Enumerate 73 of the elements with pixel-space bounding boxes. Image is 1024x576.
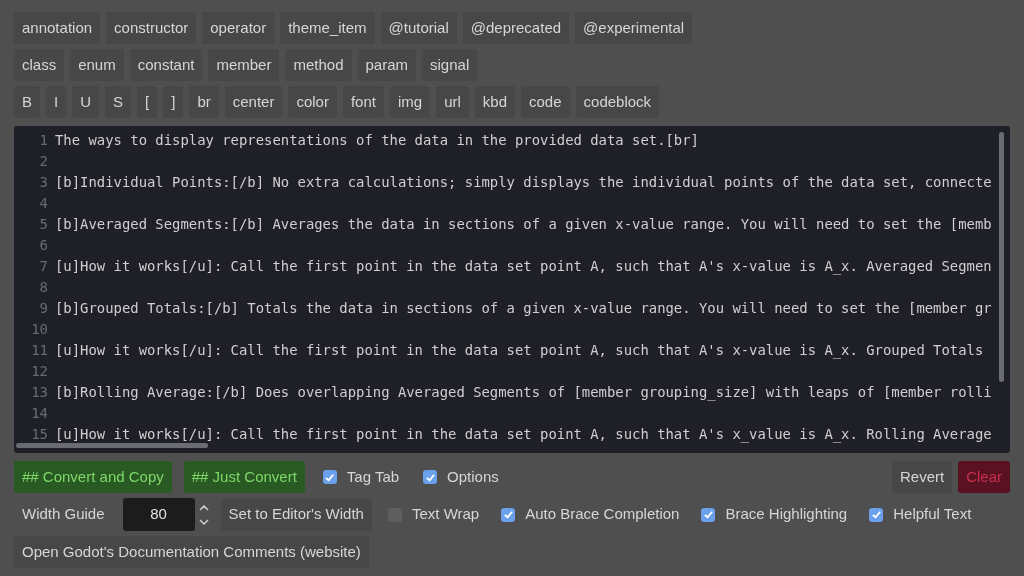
line-number: 12 (30, 362, 49, 381)
tag-button[interactable]: method (285, 49, 352, 81)
line-number: 8 (38, 278, 49, 297)
checkbox[interactable] (501, 507, 516, 522)
tag-button[interactable]: B (14, 86, 40, 118)
code-line: [b]Rolling Average:[/b] Does overlapping Averaged Segments of [member grouping_size] with leaps of [member rolli (55, 383, 992, 403)
tag-button[interactable]: signal (422, 49, 478, 81)
text-button[interactable]: Open Godot's Documentation Comments (website) (14, 536, 369, 568)
checkbox-option[interactable]: Text Wrap (381, 498, 486, 531)
checkbox[interactable] (322, 470, 337, 484)
horizontal-scrollbar[interactable] (16, 443, 208, 448)
tag-button[interactable]: S (105, 86, 132, 118)
tag-button[interactable]: img (390, 86, 431, 118)
line-number: 2 (38, 152, 49, 171)
tag-button[interactable]: class (14, 49, 65, 81)
convert-button[interactable]: ## Just Convert (183, 461, 305, 493)
tag-button[interactable]: constant (129, 49, 203, 81)
tag-button[interactable]: color (288, 86, 337, 118)
tag-button[interactable]: code (521, 86, 570, 118)
code-line: [b]Grouped Totals:[/b] Totals the data in sections of a given x-value range. You will need to set the [member gr (55, 299, 992, 319)
checkbox[interactable] (423, 470, 438, 484)
line-number: 15 (30, 425, 49, 444)
code-line: The ways to display representations of the data in the provided data set.[br] (55, 131, 699, 151)
text-button[interactable]: Set to Editor's Width (220, 498, 372, 531)
checkbox-option[interactable]: Brace Highlighting (695, 498, 854, 531)
line-number: 4 (38, 194, 49, 213)
code-line: [u]How it works[/u]: Call the first point in the data set point A, such that A's x_value is A_x. Rolling Average (55, 425, 992, 445)
line-number: 14 (30, 404, 49, 423)
line-number: 3 (38, 173, 49, 192)
tag-button[interactable]: operator (202, 12, 275, 44)
number-field[interactable]: 80 (122, 498, 195, 531)
code-line: [u]How it works[/u]: Call the first point in the data set point A, such that A's x-value is A_x. Averaged Segmen (55, 257, 992, 277)
code-line: [b]Individual Points:[/b] No extra calculations; simply displays the individual points of the data set, connecte (55, 173, 992, 193)
tag-button[interactable]: enum (70, 49, 124, 81)
line-number: 7 (38, 257, 49, 276)
field-label: Width Guide (21, 504, 106, 525)
tag-button[interactable]: kbd (474, 86, 515, 118)
checkbox-option[interactable]: Tag Tab (316, 461, 406, 493)
tag-button[interactable]: url (436, 86, 469, 118)
code-line: [b]Averaged Segments:[/b] Averages the data in sections of a given x-value range. You will need to set the [memb (55, 215, 992, 235)
convert-button[interactable]: ## Convert and Copy (14, 461, 172, 493)
tag-button[interactable]: font (342, 86, 384, 118)
tag-button[interactable]: param (357, 49, 417, 81)
checkbox[interactable] (869, 507, 884, 522)
line-number: 11 (30, 341, 49, 360)
tag-button[interactable]: center (224, 86, 283, 118)
checkbox-option[interactable]: Options (417, 461, 505, 493)
tag-button[interactable]: br (189, 86, 219, 118)
tag-button[interactable]: member (208, 49, 280, 81)
tag-button[interactable]: @tutorial (380, 12, 457, 44)
tag-button[interactable]: constructor (106, 12, 197, 44)
tag-button[interactable]: I (46, 86, 67, 118)
tag-button[interactable]: codeblock (575, 86, 660, 118)
tag-button[interactable]: theme_item (280, 12, 375, 44)
tag-button[interactable]: @experimental (575, 12, 693, 44)
tag-button[interactable]: U (72, 86, 100, 118)
code-editor[interactable] (14, 126, 1010, 453)
tag-button[interactable]: @deprecated (462, 12, 570, 44)
line-number: 13 (30, 383, 49, 402)
text-button[interactable]: Revert (891, 461, 953, 493)
checkbox-option[interactable]: Helpful Text (863, 498, 978, 531)
checkbox[interactable] (701, 507, 716, 522)
checkbox-option[interactable]: Auto Brace Completion (495, 498, 686, 531)
line-number: 1 (38, 131, 49, 150)
tag-button[interactable]: [ (137, 86, 158, 118)
tag-button[interactable]: ] (163, 86, 184, 118)
line-number: 5 (38, 215, 49, 234)
code-line: [u]How it works[/u]: Call the first point in the data set point A, such that A's x-value is A_x. Grouped Totals (55, 341, 984, 361)
tag-button[interactable]: annotation (14, 12, 101, 44)
line-number: 10 (30, 320, 49, 339)
line-number: 6 (38, 236, 49, 255)
line-number: 9 (38, 299, 49, 318)
vertical-scrollbar[interactable] (999, 132, 1004, 382)
